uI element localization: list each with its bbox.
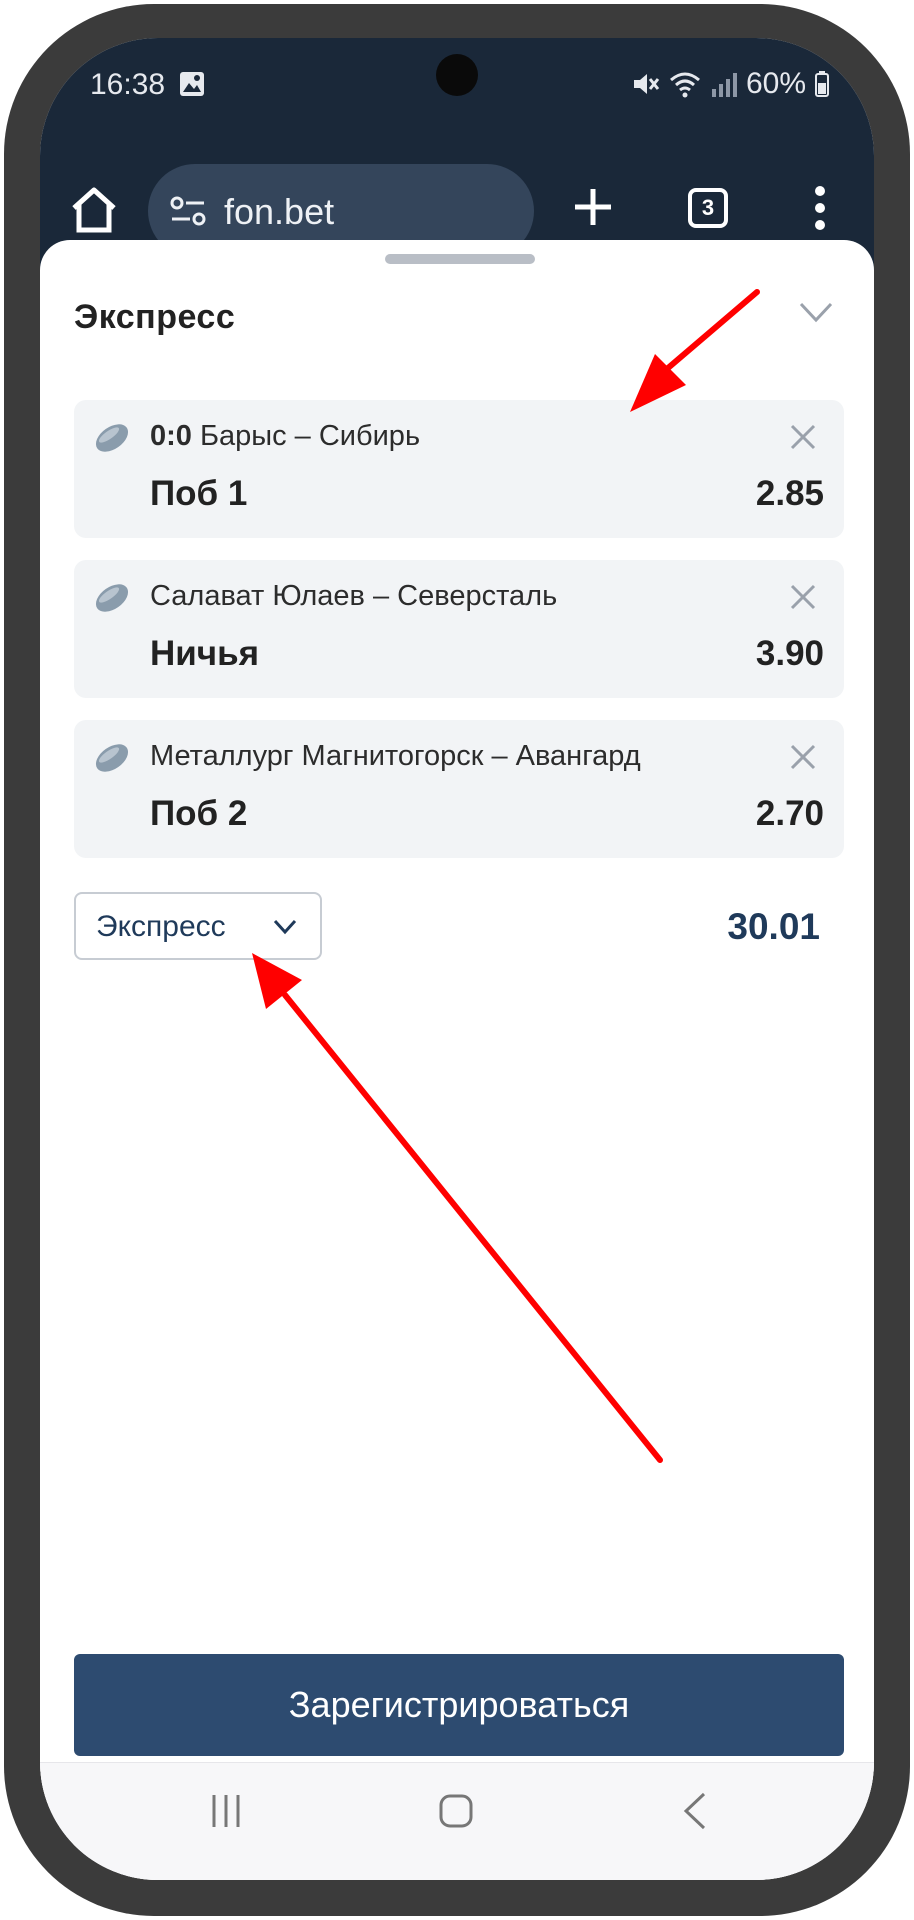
match-teams: Металлург Магнитогорск – Авангард (150, 740, 641, 772)
bet-odds: 2.70 (755, 794, 824, 833)
status-right: 60% (630, 66, 830, 102)
bet-outcome: Поб 1 (150, 474, 248, 513)
bet-type-label: Экспресс (96, 910, 226, 943)
status-time: 16:38 (90, 68, 166, 101)
bet-card[interactable]: 0:0 Барыс – Сибирь Поб 1 2.85 (74, 400, 844, 538)
site-settings-icon[interactable] (168, 194, 208, 228)
battery-icon (815, 71, 829, 97)
close-icon[interactable] (788, 422, 818, 452)
recent-apps-icon[interactable] (208, 1793, 244, 1829)
front-camera (436, 54, 478, 96)
wifi-icon (669, 72, 700, 98)
chevron-down-icon[interactable] (798, 300, 834, 324)
hockey-puck-icon (95, 584, 129, 612)
bet-slip-title: Экспресс (74, 298, 236, 336)
url-text[interactable]: fon.bet (224, 191, 334, 233)
chevron-down-icon (273, 919, 297, 935)
bet-card[interactable]: Металлург Магнитогорск – Авангард Поб 2 … (74, 720, 844, 858)
bet-card[interactable]: Салават Юлаев – Северсталь Ничья 3.90 (74, 560, 844, 698)
nav-home-icon[interactable] (438, 1793, 474, 1829)
register-button[interactable]: Зарегистрироваться (74, 1654, 844, 1756)
mute-icon (633, 74, 660, 94)
bet-outcome: Поб 2 (150, 794, 248, 833)
status-bar: 16:38 60% (40, 38, 874, 138)
back-icon[interactable] (680, 1791, 710, 1831)
match-score: 0:0 (150, 420, 192, 452)
bet-slip-sheet: Экспресс 0:0 Барыс – Сибирь Поб 1 2.85 С… (40, 240, 874, 1880)
system-nav-bar (40, 1762, 874, 1880)
match-teams: Салават Юлаев – Северсталь (150, 580, 558, 612)
bet-type-dropdown[interactable]: Экспресс (74, 892, 322, 960)
phone-frame: 16:38 60% fon.bet 3 Экспресс 0:0 Барыс –… (0, 0, 914, 1920)
hockey-puck-icon (95, 744, 129, 772)
tabs-icon[interactable]: 3 (688, 188, 728, 228)
gallery-icon (180, 72, 204, 96)
match-teams: Барыс – Сибирь (199, 420, 421, 452)
hockey-puck-icon (95, 424, 129, 452)
bet-odds: 2.85 (755, 474, 824, 513)
close-icon[interactable] (788, 582, 818, 612)
new-tab-icon[interactable] (572, 186, 614, 228)
bet-odds: 3.90 (755, 634, 824, 673)
signal-icon (711, 73, 737, 97)
home-icon[interactable] (68, 184, 120, 236)
battery-percent: 60% (745, 67, 806, 100)
match-name: 0:0 Барыс – Сибирь (150, 420, 420, 453)
total-odds: 30.01 (727, 906, 820, 947)
drag-handle[interactable] (385, 254, 535, 264)
tab-count: 3 (701, 195, 715, 220)
menu-icon[interactable] (812, 184, 828, 232)
bet-outcome: Ничья (150, 634, 260, 673)
close-icon[interactable] (788, 742, 818, 772)
phone-screen: 16:38 60% fon.bet 3 Экспресс 0:0 Барыс –… (40, 38, 874, 1880)
